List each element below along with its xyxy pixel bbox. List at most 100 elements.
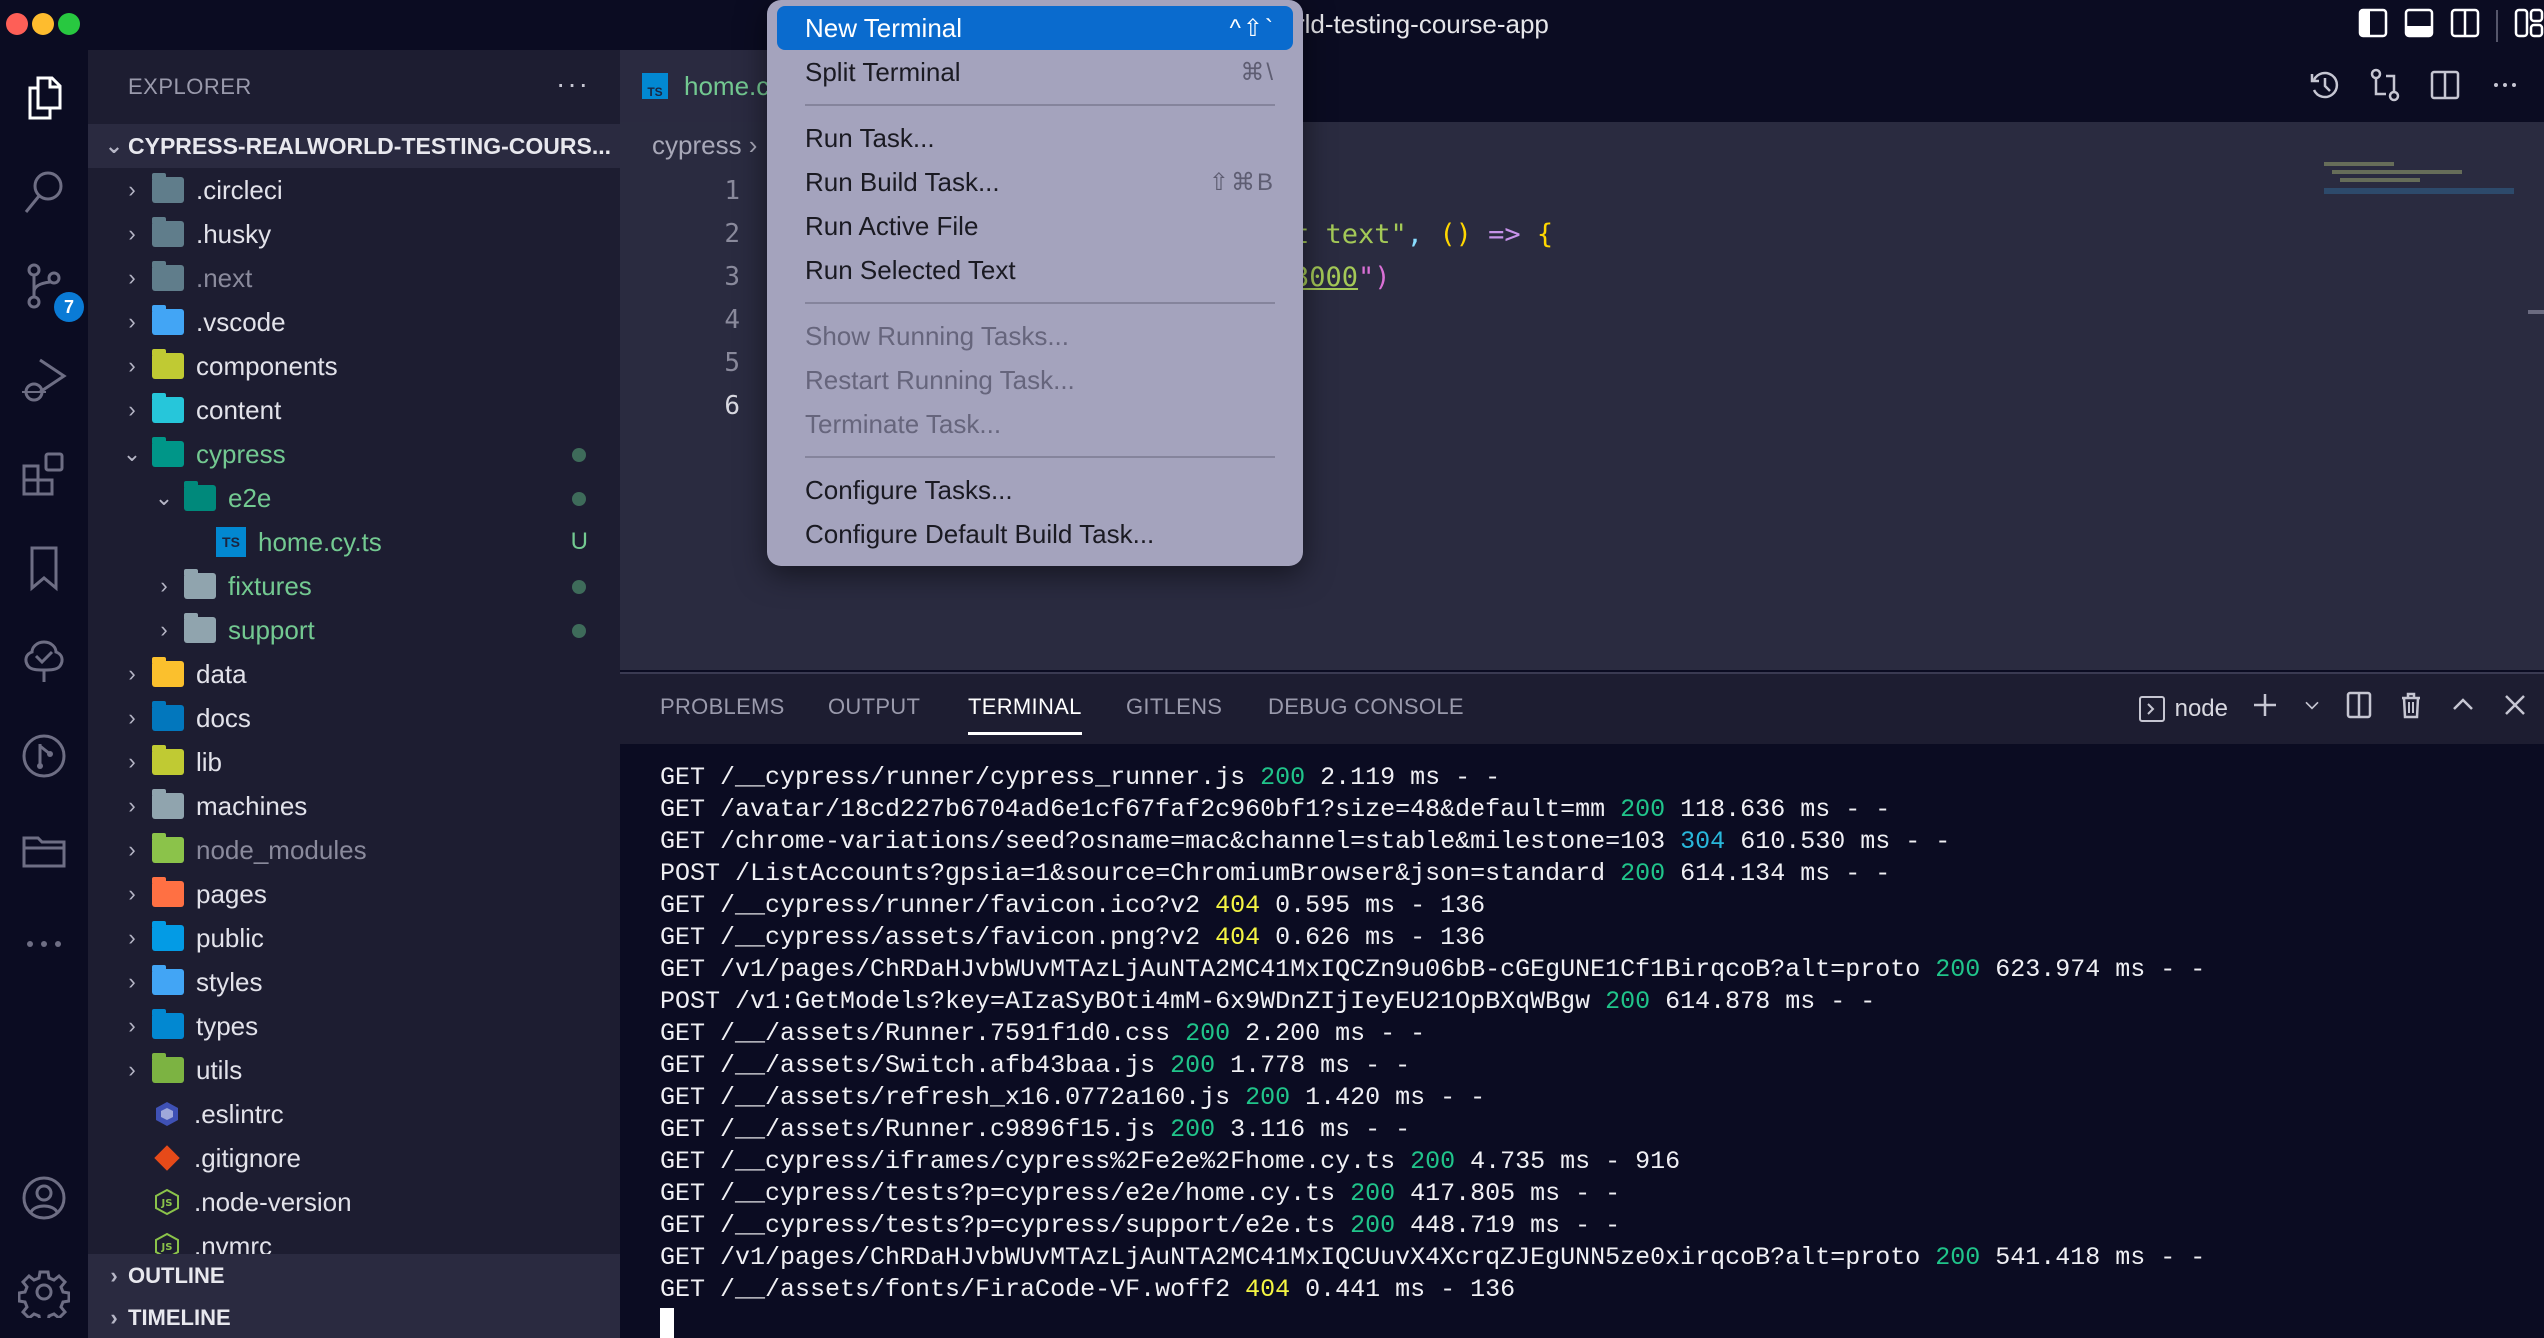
http-status-code: 200 — [1350, 1211, 1396, 1240]
tree-item[interactable]: › utils — [88, 1048, 620, 1092]
tree-item[interactable]: › styles — [88, 960, 620, 1004]
terminal-line: GET /__/assets/Runner.c9896f15.js 200 3.… — [660, 1114, 2205, 1146]
response-timing: 0.626 ms - 136 — [1260, 923, 1486, 952]
menu-item-label: Configure Default Build Task... — [805, 518, 1155, 549]
request-text: GET /__/assets/Switch.afb43baa.js — [660, 1051, 1171, 1080]
close-window-button[interactable] — [6, 13, 28, 35]
tree-item[interactable]: › machines — [88, 784, 620, 828]
close-panel-icon[interactable] — [2500, 690, 2530, 727]
menu-item-configure-tasks[interactable]: Configure Tasks... — [777, 468, 1293, 512]
menu-item-label: New Terminal — [805, 12, 963, 43]
tree-item-label: pages — [196, 878, 267, 909]
terminal-output[interactable]: GET /__cypress/runner/cypress_runner.js … — [660, 762, 2205, 1338]
split-editor-icon[interactable] — [2428, 68, 2462, 107]
menu-item-configure-default-build-task[interactable]: Configure Default Build Task... — [777, 512, 1293, 556]
kill-terminal-trash-icon[interactable] — [2396, 690, 2426, 727]
response-timing: 118.636 ms - - — [1665, 795, 1891, 824]
tree-item[interactable]: › node_modules — [88, 828, 620, 872]
workspace-root-folder[interactable]: ⌄ CYPRESS-REALWORLD-TESTING-COURS... — [88, 124, 620, 168]
menu-item-run-task[interactable]: Run Task... — [777, 116, 1293, 160]
tree-item-label: .gitignore — [194, 1142, 301, 1173]
tree-item[interactable]: JS .node-version — [88, 1180, 620, 1224]
tree-item[interactable]: › content — [88, 388, 620, 432]
menu-item-run-selected-text[interactable]: Run Selected Text — [777, 248, 1293, 292]
run-debug-icon[interactable] — [14, 350, 74, 410]
folder-icon — [152, 657, 184, 687]
explorer-icon[interactable] — [14, 68, 74, 128]
menu-item-new-terminal[interactable]: New Terminal ^⇧` — [777, 6, 1293, 50]
tree-item[interactable]: › types — [88, 1004, 620, 1048]
tree-check-icon[interactable] — [14, 632, 74, 692]
tab-output[interactable]: OUTPUT — [828, 694, 920, 720]
minimap[interactable] — [2324, 162, 2514, 222]
tab-terminal[interactable]: TERMINAL — [968, 694, 1082, 735]
account-icon[interactable] — [14, 1168, 74, 1228]
tree-item[interactable]: TS home.cy.ts U — [88, 520, 620, 564]
customize-layout-icon[interactable] — [2514, 8, 2544, 43]
tab-problems[interactable]: PROBLEMS — [660, 694, 785, 720]
folder-icon[interactable] — [14, 820, 74, 880]
terminal-instance-selector[interactable]: node — [2137, 694, 2228, 724]
toggle-panel-icon[interactable] — [2404, 8, 2434, 43]
chevron-right-icon: › — [128, 221, 136, 246]
menu-item-terminate-task: Terminate Task... — [777, 402, 1293, 446]
toggle-primary-sidebar-icon[interactable] — [2358, 8, 2388, 43]
timeline-section[interactable]: › TIMELINE — [88, 1296, 620, 1338]
tab-gitlens[interactable]: GITLENS — [1126, 694, 1222, 720]
tree-item[interactable]: ⌄ cypress — [88, 432, 620, 476]
menu-item-label: Run Task... — [805, 122, 935, 153]
line-number: 1 — [724, 176, 740, 206]
timeline-history-icon[interactable] — [2308, 68, 2342, 107]
menu-item-run-active-file[interactable]: Run Active File — [777, 204, 1293, 248]
explorer-more-actions-button[interactable]: ··· — [556, 68, 590, 100]
tab-debug-console[interactable]: DEBUG CONSOLE — [1268, 694, 1464, 720]
terminal-line: GET /avatar/18cd227b6704ad6e1cf67faf2c96… — [660, 794, 2205, 826]
breadcrumb[interactable]: cypress › — [652, 130, 757, 161]
tree-item[interactable]: › .next — [88, 256, 620, 300]
maximize-panel-chevron-up-icon[interactable] — [2448, 690, 2478, 727]
http-status-code: 200 — [1245, 1083, 1291, 1112]
extensions-icon[interactable] — [14, 444, 74, 504]
tree-item[interactable]: › .circleci — [88, 168, 620, 212]
tree-item[interactable]: .gitignore — [88, 1136, 620, 1180]
compare-changes-icon[interactable] — [2368, 68, 2402, 107]
response-timing: 4.735 ms - 916 — [1455, 1147, 1681, 1176]
editor-scrollbar[interactable] — [2528, 310, 2544, 314]
chevron-down-icon: ⌄ — [122, 441, 142, 466]
tree-item[interactable]: .eslintrc — [88, 1092, 620, 1136]
terminal-line: GET /__/assets/Switch.afb43baa.js 200 1.… — [660, 1050, 2205, 1082]
source-control-icon[interactable]: 7 — [14, 256, 84, 322]
breadcrumb-item[interactable]: cypress — [652, 130, 742, 160]
menu-item-run-build-task[interactable]: Run Build Task... ⇧⌘B — [777, 160, 1293, 204]
git-graph-icon[interactable] — [14, 726, 74, 786]
tree-item[interactable]: › support — [88, 608, 620, 652]
tree-item[interactable]: › public — [88, 916, 620, 960]
tree-item[interactable]: › .husky — [88, 212, 620, 256]
editor-more-actions-icon[interactable] — [2488, 68, 2522, 107]
menu-item-split-terminal[interactable]: Split Terminal ⌘\ — [777, 50, 1293, 94]
minimize-window-button[interactable] — [32, 13, 54, 35]
tree-item[interactable]: ⌄ e2e — [88, 476, 620, 520]
tree-item[interactable]: › data — [88, 652, 620, 696]
tree-item[interactable]: › pages — [88, 872, 620, 916]
menu-item-label: Run Build Task... — [805, 166, 1000, 197]
bookmark-icon[interactable] — [14, 538, 74, 598]
new-terminal-icon[interactable] — [2250, 690, 2280, 727]
settings-gear-icon[interactable] — [14, 1262, 74, 1322]
tree-item[interactable]: › lib — [88, 740, 620, 784]
toggle-secondary-sidebar-icon[interactable] — [2450, 8, 2480, 43]
workspace-root-label: CYPRESS-REALWORLD-TESTING-COURS... — [128, 132, 612, 159]
outline-section[interactable]: › OUTLINE — [88, 1254, 620, 1298]
chevron-right-icon: › — [128, 969, 136, 994]
tree-item[interactable]: › .vscode — [88, 300, 620, 344]
folder-icon — [152, 1009, 184, 1039]
more-icon[interactable] — [14, 914, 74, 974]
split-terminal-icon[interactable] — [2344, 690, 2374, 727]
tree-item[interactable]: › fixtures — [88, 564, 620, 608]
search-icon[interactable] — [14, 162, 74, 222]
tree-item[interactable]: › docs — [88, 696, 620, 740]
chevron-right-icon: › — [160, 573, 168, 598]
chevron-down-icon[interactable] — [2302, 690, 2322, 727]
zoom-window-button[interactable] — [58, 13, 80, 35]
tree-item[interactable]: › components — [88, 344, 620, 388]
